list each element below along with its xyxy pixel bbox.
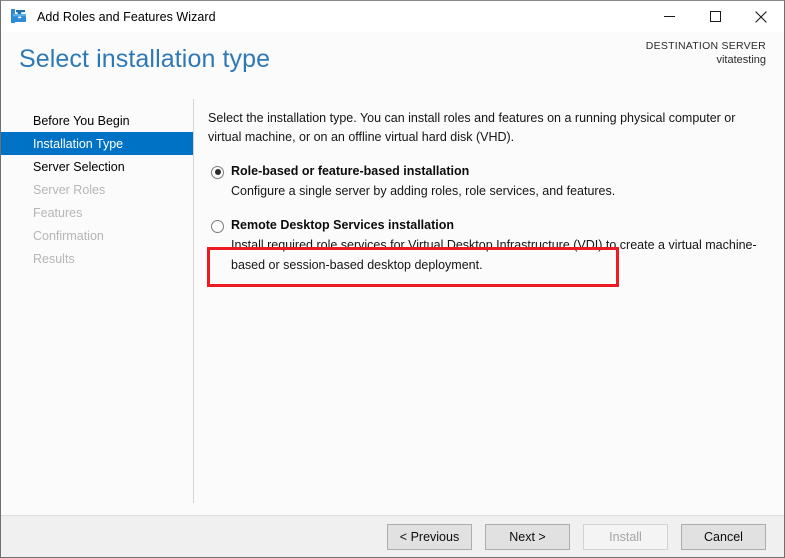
wizard-footer: < Previous Next > Install Cancel (1, 515, 784, 557)
previous-button[interactable]: < Previous (387, 523, 472, 550)
remote-desktop-services-label: Remote Desktop Services installation (231, 217, 454, 232)
wizard-window: Add Roles and Features Wizard Select ins… (0, 0, 785, 558)
sidebar-item-results: Results (33, 251, 75, 266)
window-title: Add Roles and Features Wizard (37, 9, 216, 24)
close-icon[interactable] (738, 1, 784, 32)
remote-desktop-services-option[interactable]: Remote Desktop Services installation Ins… (208, 209, 772, 275)
page-header: Select installation type DESTINATION SER… (1, 32, 784, 95)
sidebar-item-features: Features (33, 205, 83, 220)
role-based-installation-label: Role-based or feature-based installation (231, 163, 470, 178)
destination-server-block: DESTINATION SERVER vitatesting (646, 39, 766, 68)
server-manager-toolbox-icon (10, 8, 28, 26)
sidebar-item-server-roles: Server Roles (33, 182, 106, 197)
role-based-installation-radio[interactable] (211, 165, 224, 179)
title-bar[interactable]: Add Roles and Features Wizard (1, 1, 784, 32)
instruction-text: Select the installation type. You can in… (208, 111, 736, 145)
minimize-icon[interactable] (646, 1, 692, 32)
remote-desktop-services-description: Install required role services for Virtu… (231, 238, 757, 272)
maximize-icon[interactable] (692, 1, 738, 32)
destination-server-label: DESTINATION SERVER (645, 40, 766, 52)
install-button: Install (583, 523, 668, 550)
window-controls (646, 1, 784, 32)
wizard-body: Before You Begin Installation Type Serve… (1, 95, 784, 515)
sidebar-item-installation-type[interactable]: Installation Type (1, 132, 193, 155)
cancel-button[interactable]: Cancel (681, 523, 766, 550)
role-based-installation-description: Configure a single server by adding role… (231, 184, 616, 199)
role-based-installation-option[interactable]: Role-based or feature-based installation… (208, 157, 772, 207)
main-panel: Select the installation type. You can in… (193, 95, 784, 515)
page-title: Select installation type (19, 45, 271, 73)
wizard-steps-sidebar: Before You Begin Installation Type Serve… (1, 95, 194, 515)
remote-desktop-services-radio[interactable] (211, 219, 224, 233)
next-button[interactable]: Next > (485, 523, 570, 550)
destination-server-value: vitatesting (716, 54, 766, 67)
sidebar-item-confirmation: Confirmation (33, 228, 104, 243)
sidebar-item-server-selection[interactable]: Server Selection (1, 155, 193, 178)
sidebar-item-before-you-begin[interactable]: Before You Begin (1, 109, 193, 132)
